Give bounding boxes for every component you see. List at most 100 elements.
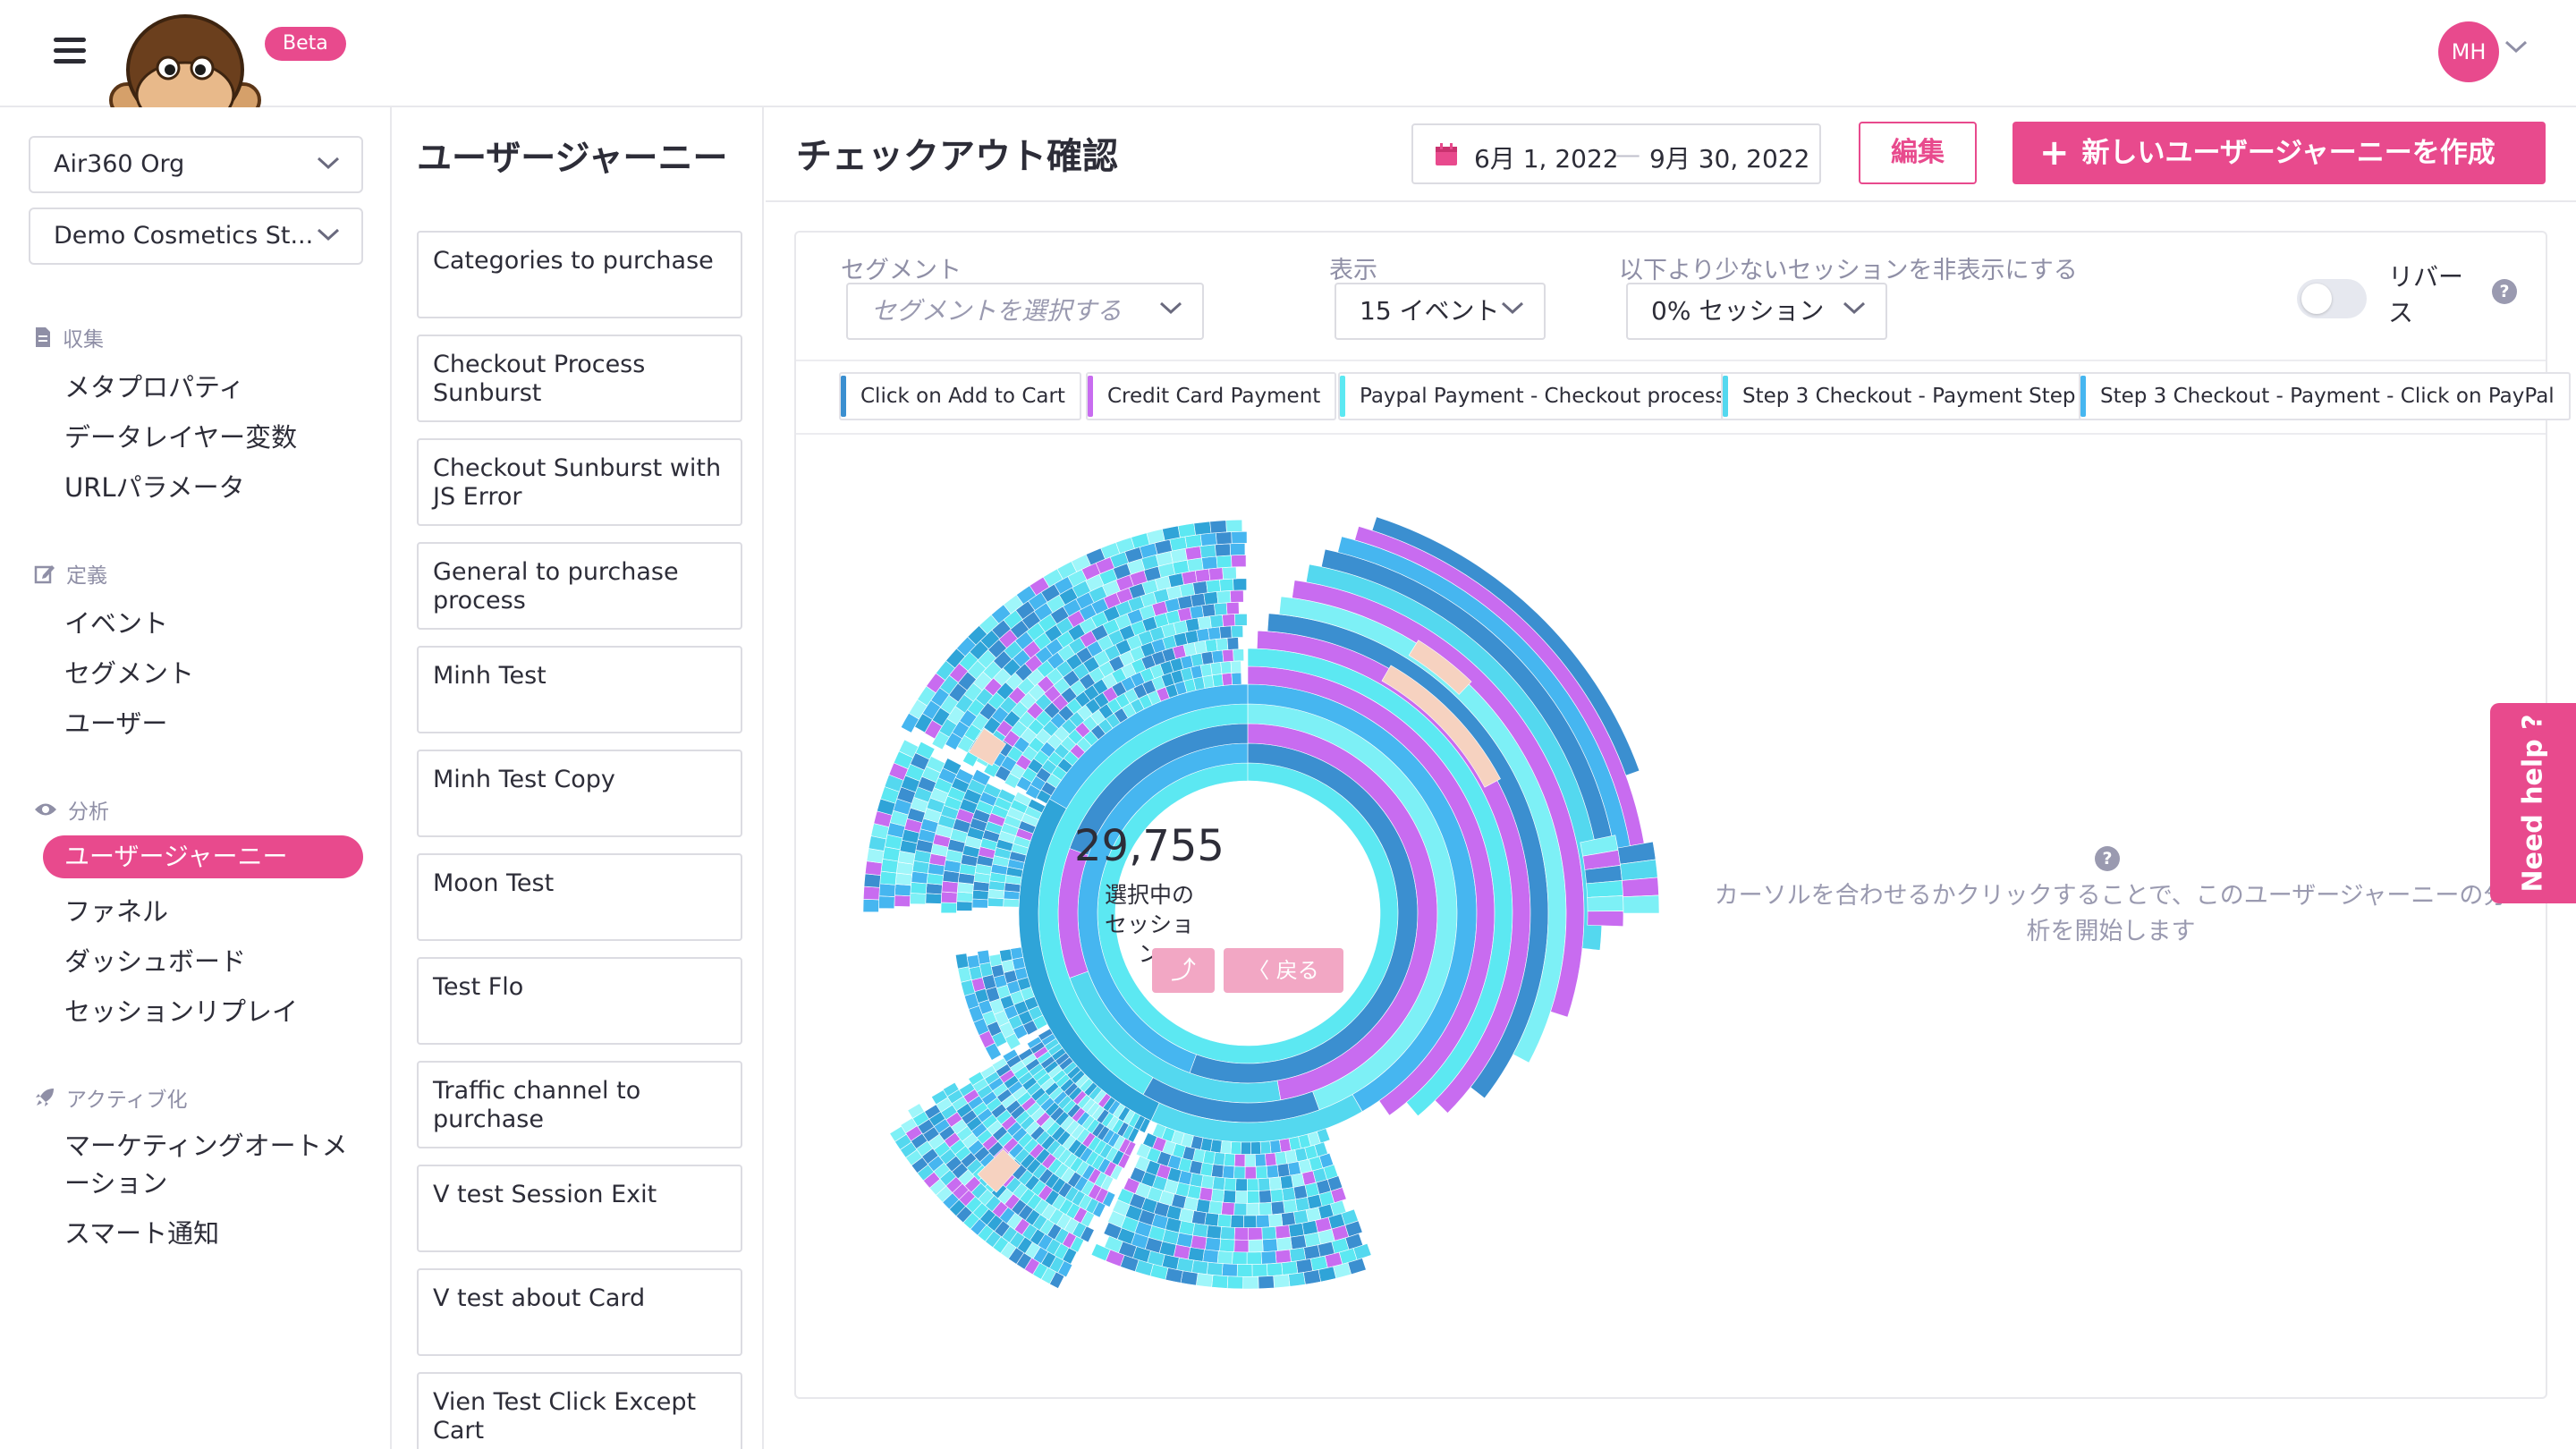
sidebar-item-segments[interactable]: セグメント [64, 653, 194, 691]
back-button[interactable]: 〈 戻る [1224, 948, 1343, 993]
sunburst-segment [1191, 1210, 1207, 1225]
journey-card[interactable]: General to purchase process [417, 542, 742, 630]
user-avatar[interactable]: MH [2438, 21, 2499, 82]
sidebar-item-events[interactable]: イベント [64, 603, 168, 640]
sidebar-item-dashboard[interactable]: ダッシュボード [64, 941, 246, 979]
sunburst-segment [940, 891, 958, 903]
display-label: 表示 [1329, 257, 1377, 284]
journey-card[interactable]: Test Flo [417, 957, 742, 1045]
sidebar-item-funnel[interactable]: ファネル [64, 891, 168, 928]
sunburst-segment [1282, 1187, 1296, 1202]
create-journey-button[interactable]: + 新しいユーザージャーニーを作成 [2012, 122, 2546, 184]
journey-card[interactable]: V test about Card [417, 1268, 742, 1356]
sidebar-item-meta-properties[interactable]: メタプロパティ [64, 367, 244, 404]
site-select[interactable]: Demo Cosmetics St... [29, 208, 363, 265]
sidebar-item-user-journey[interactable]: ユーザージャーニー [43, 835, 363, 878]
sunburst-segment [1202, 1249, 1219, 1264]
sunburst-segment [894, 884, 911, 897]
sunburst-segment [1191, 1223, 1208, 1238]
journey-card[interactable]: Moon Test [417, 853, 742, 941]
menu-icon[interactable] [54, 38, 86, 64]
sidebar-item-marketing-automation[interactable]: マーケティングオートメーション [64, 1127, 369, 1202]
legend-label: Credit Card Payment [1107, 385, 1321, 408]
up-level-button[interactable]: ⤴ [1152, 948, 1215, 993]
sunburst-segment [1258, 1190, 1272, 1204]
journey-card[interactable]: Checkout Process Sunburst [417, 335, 742, 422]
sunburst-segment [1199, 544, 1216, 559]
journey-card[interactable]: V test Session Exit [417, 1165, 742, 1252]
sunburst-segment [999, 948, 1013, 962]
sunburst-segment [1219, 578, 1234, 592]
legend-chip[interactable]: Click on Add to Cart [839, 372, 1081, 420]
journey-card[interactable]: Traffic channel to purchase [417, 1061, 742, 1148]
main-header: チェックアウト確認 6月 1, 2022 — 9月 30, 2022 編集 + 新… [766, 107, 2576, 202]
org-select-value: Air360 Org [54, 150, 185, 178]
sunburst-segment [1258, 1275, 1275, 1290]
sunburst-segment [987, 897, 1004, 907]
hide-sessions-label: 以下より少ないセッションを非表示にする [1619, 257, 2078, 284]
journey-card[interactable]: Checkout Sunburst with JS Error [417, 438, 742, 526]
sunburst-segment [1222, 1165, 1235, 1179]
sunburst-segment [1242, 1275, 1259, 1290]
hide-sessions-select[interactable]: 0% セッション [1626, 283, 1887, 340]
sunburst-segment [1211, 649, 1224, 664]
sunburst-segment [1003, 898, 1020, 908]
date-range-picker[interactable]: 6月 1, 2022 — 9月 30, 2022 [1411, 123, 1821, 184]
sunburst-chart[interactable] [796, 435, 1690, 1397]
journey-card[interactable]: Minh Test [417, 646, 742, 733]
sunburst-segment [1254, 1153, 1267, 1167]
sunburst-segment [971, 898, 988, 909]
org-select[interactable]: Air360 Org [29, 136, 363, 193]
legend-color [2080, 376, 2086, 417]
journey-card[interactable]: Vien Test Click Except Cart [417, 1372, 742, 1449]
journey-card[interactable]: Categories to purchase [417, 231, 742, 318]
info-icon: ? [2095, 846, 2120, 871]
session-count: 29,755 [1074, 821, 1224, 871]
sunburst-segment [1206, 1224, 1222, 1240]
sunburst-segment [1216, 637, 1229, 651]
sidebar-item-url-parameters[interactable]: URLパラメータ [64, 467, 245, 504]
need-help-tab[interactable]: Need help ? [2490, 703, 2576, 903]
sunburst-segment [1231, 530, 1248, 544]
legend-color [1723, 376, 1728, 417]
legend-chip[interactable]: Credit Card Payment [1086, 372, 1337, 420]
reverse-toggle[interactable] [2297, 279, 2367, 318]
reverse-label: リバース [2388, 262, 2464, 327]
sunburst-segment [941, 880, 959, 894]
section-title: 収集 [63, 328, 104, 352]
sunburst-segment [1288, 1223, 1305, 1238]
sunburst-segment [971, 889, 989, 901]
sunburst-segment [862, 886, 880, 901]
sunburst-segment [1223, 1190, 1236, 1204]
legend-chip[interactable]: Step 3 Checkout - Payment - Click on Pay… [2079, 372, 2571, 420]
sunburst-segment [1213, 1151, 1225, 1166]
sidebar-item-smart-notifications[interactable]: スマート通知 [64, 1213, 219, 1250]
sidebar-item-session-replay[interactable]: セッションリプレイ [64, 991, 298, 1029]
monkey-logo[interactable] [109, 14, 261, 120]
sunburst-segment [1193, 640, 1208, 655]
journey-card[interactable]: Minh Test Copy [417, 750, 742, 837]
sunburst-segment [1256, 1214, 1270, 1228]
sunburst-segment [1622, 877, 1659, 897]
sunburst-segment [1288, 1272, 1306, 1287]
help-circle-icon[interactable]: ? [2492, 279, 2517, 304]
sunburst-segment [1275, 1249, 1292, 1264]
edit-button[interactable]: 編集 [1859, 122, 1977, 184]
sunburst-segment [1279, 1174, 1294, 1190]
legend-chip[interactable]: Paypal Payment - Checkout process [1338, 372, 1742, 420]
sunburst-segment [1244, 1154, 1256, 1167]
sunburst-segment [1194, 568, 1211, 583]
sunburst-segment [1190, 592, 1206, 607]
chevron-down-icon[interactable] [2504, 39, 2528, 54]
legend-chip[interactable]: Step 3 Checkout - Payment Step [1721, 372, 2092, 420]
sunburst-segment [1219, 625, 1233, 640]
segment-select[interactable]: セグメントを選択する [846, 283, 1204, 340]
display-select[interactable]: 15 イベント [1335, 283, 1546, 340]
sidebar-item-datalayer-variables[interactable]: データレイヤー変数 [64, 417, 297, 454]
plus-icon: + [2039, 132, 2070, 174]
sunburst-segment [1212, 674, 1224, 688]
sunburst-segment [1192, 580, 1208, 596]
sunburst-segment [1269, 1140, 1282, 1154]
page-title: チェックアウト確認 [796, 136, 1118, 177]
sidebar-item-users[interactable]: ユーザー [64, 703, 167, 741]
